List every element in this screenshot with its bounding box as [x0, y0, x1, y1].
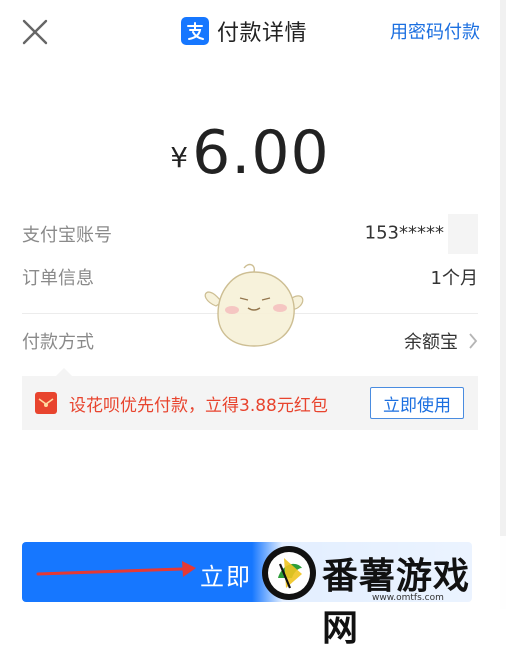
order-info-label: 订单信息: [22, 268, 94, 289]
pay-now-label: 立即: [200, 563, 252, 591]
payment-method-value: 余额宝: [404, 332, 458, 353]
order-info-value: 1个月: [430, 268, 478, 289]
promo-text: 设花呗优先付款，立得3.88元红包: [69, 395, 328, 416]
account-value-wrap: 153*****: [365, 214, 478, 254]
close-button[interactable]: [20, 17, 50, 47]
pay-with-password-link[interactable]: 用密码付款: [390, 18, 480, 44]
redaction-block: [448, 214, 478, 254]
huabei-promo-banner: 设花呗优先付款，立得3.88元红包 立即使用: [22, 368, 478, 430]
currency-symbol: ¥: [170, 141, 189, 174]
alipay-logo-icon: [181, 17, 209, 45]
payment-sheet: 付款详情 用密码付款 ¥6.00 支付宝账号 153***** 订单信息 1个月…: [0, 0, 506, 649]
amount-value: 6.00: [192, 118, 330, 188]
payment-amount: ¥6.00: [0, 118, 500, 188]
use-now-button[interactable]: 立即使用: [370, 387, 464, 419]
account-label: 支付宝账号: [22, 225, 112, 246]
account-row: 支付宝账号 153*****: [22, 214, 478, 254]
watermark-url: www.omtfs.com: [372, 593, 444, 603]
red-packet-icon: [35, 392, 57, 414]
close-icon: [22, 19, 48, 45]
chick-mascot-icon: [204, 263, 304, 347]
header-title-group: 付款详情: [181, 14, 307, 48]
promo-notch: [56, 368, 72, 376]
chevron-right-icon: [469, 333, 478, 349]
red-arrow-annotation-icon: [36, 561, 196, 577]
page-title: 付款详情: [217, 21, 308, 46]
account-value: 153*****: [364, 222, 444, 244]
payment-method-label: 付款方式: [22, 332, 94, 353]
watermark-logo-icon: [262, 546, 316, 600]
payment-method-selector[interactable]: 余额宝: [404, 328, 478, 354]
